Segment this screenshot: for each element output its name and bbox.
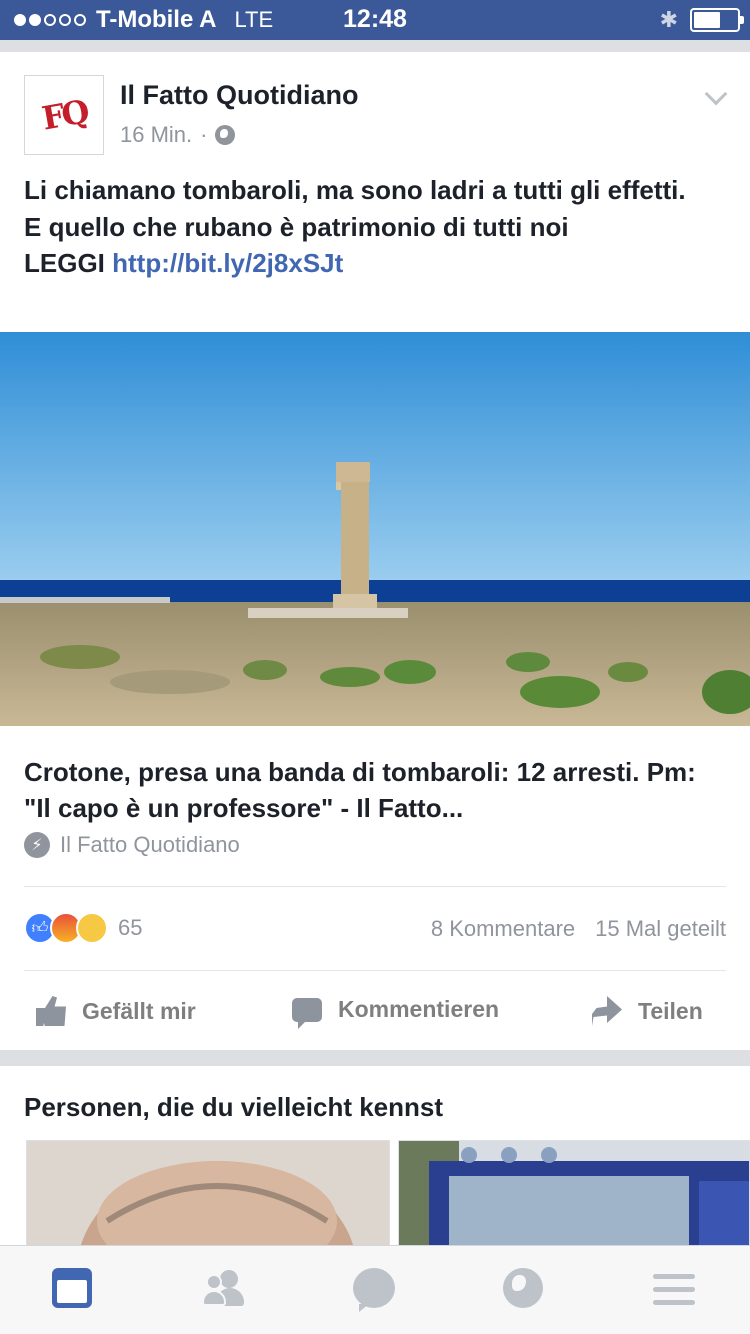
post-meta: 16 Min. · [120, 122, 236, 148]
friends-icon[interactable] [202, 1268, 246, 1312]
notifications-globe-icon[interactable] [503, 1268, 547, 1312]
bluetooth-icon: ✱ [659, 7, 678, 32]
post-text-line-1: Li chiamano tombaroli, ma sono ladri a t… [24, 175, 686, 205]
pymk-title: Personen, die du vielleicht kennst [24, 1092, 444, 1122]
meta-separator: · [200, 122, 208, 147]
thumbs-up-icon [36, 996, 66, 1026]
post-text: Li chiamano tombaroli, ma sono ladri a t… [24, 172, 724, 282]
clock: 12:48 [343, 5, 407, 33]
reaction-summary[interactable]: 👍︎ 65 [24, 912, 142, 944]
post-time[interactable]: 16 Min. [120, 122, 192, 148]
comment-button[interactable]: Kommentieren [292, 996, 500, 1029]
like-button[interactable]: Gefällt mir [36, 996, 196, 1026]
page-avatar[interactable]: FQ [24, 75, 104, 155]
bottom-tab-bar [0, 1245, 750, 1334]
status-bar: T-Mobile A LTE 12:48 ✱ [0, 0, 750, 40]
page-name[interactable]: Il Fatto Quotidiano [120, 80, 358, 111]
wow-reaction-icon [76, 912, 108, 944]
divider [24, 886, 726, 887]
suggested-person-card[interactable] [26, 1140, 390, 1260]
engagement-stats: 8 Kommentare 15 Mal geteilt [431, 916, 726, 942]
comments-count[interactable]: 8 Kommentare [431, 916, 575, 942]
post-text-line-2: E quello che rubano è patrimonio di tutt… [24, 211, 569, 242]
messenger-icon[interactable] [353, 1268, 397, 1312]
share-button[interactable]: Teilen [592, 996, 703, 1026]
leggi-label: LEGGI [24, 248, 105, 278]
comment-label: Kommentieren [338, 996, 500, 1022]
like-label: Gefällt mir [82, 997, 196, 1024]
comment-bubble-icon [292, 997, 322, 1029]
divider [24, 970, 726, 971]
instant-article-bolt-icon: ⚡ [24, 832, 50, 858]
feed-post: FQ Il Fatto Quotidiano 16 Min. · Li chia… [0, 52, 750, 1050]
link-preview-image[interactable] [0, 332, 750, 726]
post-link[interactable]: http://bit.ly/2j8xSJt [112, 248, 343, 278]
news-feed-icon[interactable] [52, 1268, 96, 1312]
link-source-name: Il Fatto Quotidiano [60, 832, 240, 857]
public-globe-icon [215, 125, 236, 145]
share-label: Teilen [638, 997, 703, 1024]
suggested-person-card[interactable] [398, 1140, 750, 1260]
page-logo: FQ [38, 92, 90, 138]
shares-count[interactable]: 15 Mal geteilt [595, 916, 726, 942]
chevron-down-icon[interactable] [704, 82, 728, 106]
share-arrow-icon [592, 996, 622, 1026]
post-actions: Gefällt mir Kommentieren Teilen [0, 988, 750, 1038]
reaction-count: 65 [118, 915, 143, 940]
link-title[interactable]: Crotone, presa una banda di tombaroli: 1… [24, 754, 724, 826]
battery-icon [690, 8, 744, 32]
link-source: ⚡ Il Fatto Quotidiano [24, 832, 240, 858]
menu-icon[interactable] [653, 1268, 697, 1312]
